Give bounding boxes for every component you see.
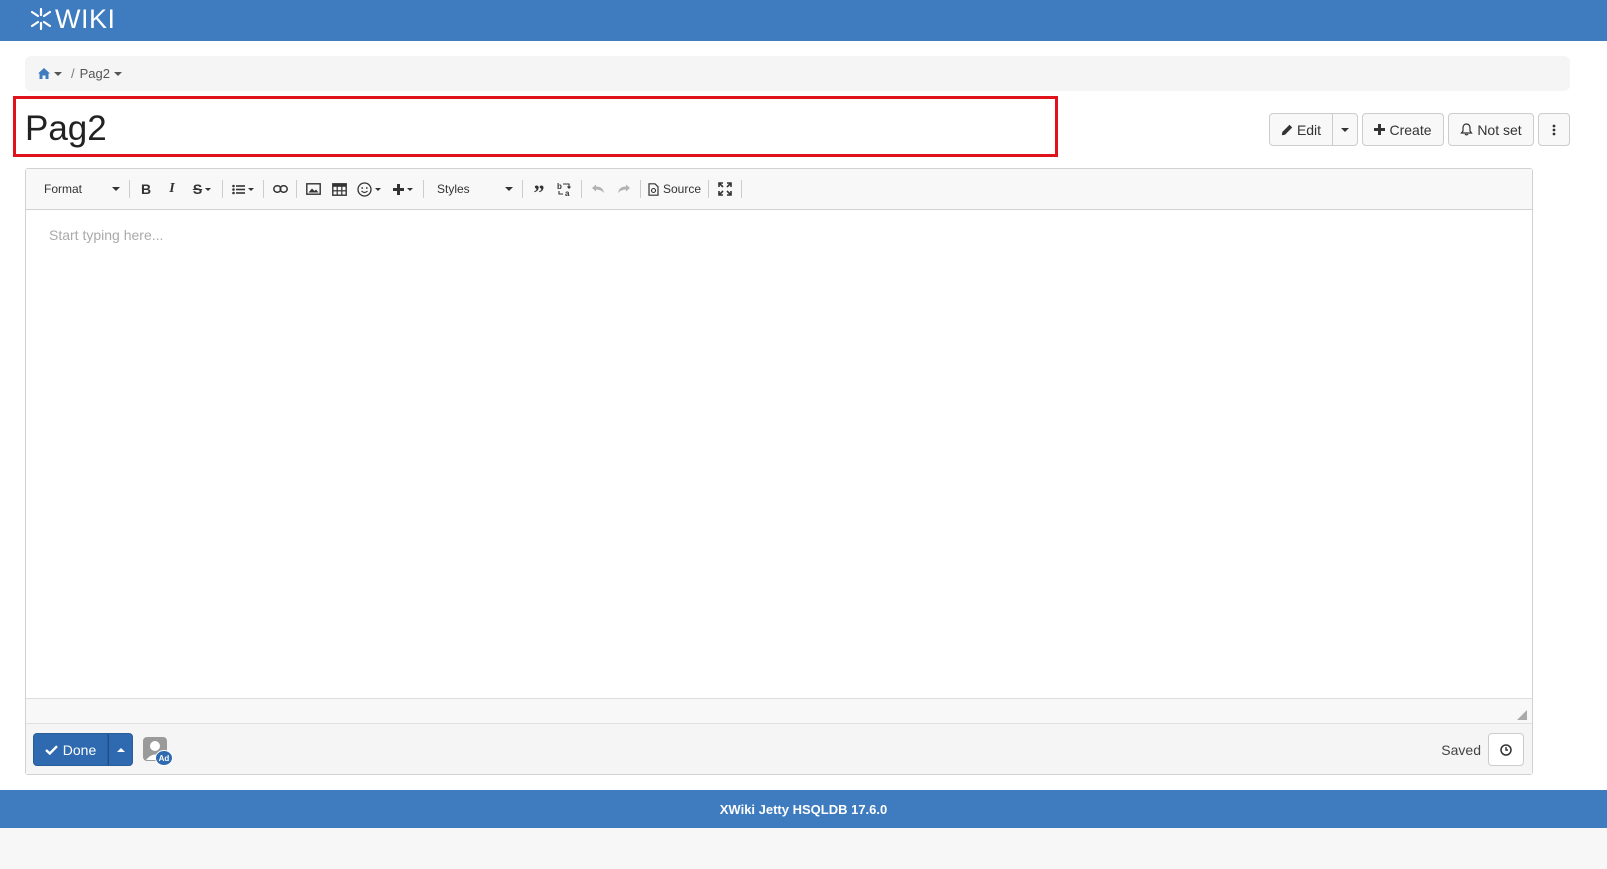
top-navbar: WIKI — [0, 0, 1607, 41]
more-vertical-icon — [1552, 124, 1556, 135]
quote-icon: ” — [533, 180, 545, 205]
toolbar-separator — [640, 180, 641, 198]
edit-button-group: Edit — [1269, 113, 1358, 146]
toolbar-separator — [522, 180, 523, 198]
italic-icon: I — [169, 181, 175, 196]
strikethrough-icon: S — [192, 181, 203, 197]
styles-dropdown[interactable]: Styles — [427, 177, 519, 201]
toolbar-separator — [741, 180, 743, 198]
chevron-down-icon[interactable] — [114, 71, 122, 76]
editor-toolbar: Format B I S Styles ” b a Source — [26, 169, 1532, 210]
plus-icon — [393, 183, 404, 195]
bold-icon: B — [140, 181, 152, 197]
chevron-up-icon — [116, 747, 125, 752]
toolbar-separator — [708, 180, 710, 198]
footer-version-text: XWiki Jetty HSQLDB 17.6.0 — [719, 801, 888, 817]
resize-grip-icon[interactable] — [1517, 710, 1527, 720]
toolbar-separator — [222, 180, 223, 198]
emoji-icon — [357, 181, 372, 197]
chevron-down-icon — [112, 187, 120, 191]
bold-button[interactable]: B — [133, 176, 159, 202]
toolbar-separator — [581, 180, 582, 198]
footer: XWiki Jetty HSQLDB 17.6.0 — [0, 790, 1607, 828]
edit-button[interactable]: Edit — [1269, 113, 1333, 146]
xwiki-asterisk-icon — [30, 7, 52, 31]
list-icon — [232, 184, 245, 194]
toolbar-separator — [423, 180, 424, 198]
chevron-down-icon — [505, 187, 513, 191]
done-dropdown-button[interactable] — [108, 733, 133, 766]
home-icon — [38, 68, 50, 79]
svg-text:a: a — [565, 189, 570, 197]
source-button[interactable]: Source — [644, 176, 705, 202]
done-button[interactable]: Done — [33, 733, 108, 766]
page-actions: Edit Create Not set — [1269, 113, 1570, 146]
emoji-button[interactable] — [352, 176, 386, 202]
source-icon — [648, 182, 659, 196]
image-button[interactable] — [300, 176, 326, 202]
insert-button[interactable] — [386, 176, 420, 202]
toolbar-separator — [296, 180, 297, 198]
breadcrumb-separator: / — [71, 66, 75, 81]
create-label: Create — [1389, 121, 1432, 138]
title-highlight-box — [13, 96, 1058, 157]
avatar-badge: Ad — [155, 750, 173, 766]
edit-dropdown-button[interactable] — [1333, 113, 1358, 146]
editor-content-area[interactable]: Start typing here... — [26, 210, 1532, 698]
done-label: Done — [62, 741, 97, 758]
xwiki-logo[interactable]: WIKI — [28, 4, 116, 34]
plus-icon — [1374, 124, 1386, 135]
italic-button[interactable]: I — [159, 176, 185, 202]
breadcrumb-home[interactable] — [38, 68, 62, 79]
table-button[interactable] — [326, 176, 352, 202]
link-icon — [272, 185, 288, 193]
link-button[interactable] — [267, 176, 293, 202]
editor-placeholder: Start typing here... — [49, 227, 164, 243]
image-icon — [305, 183, 321, 195]
format-dropdown[interactable]: Format — [34, 177, 126, 201]
blockquote-button[interactable]: ” — [526, 176, 552, 205]
pencil-icon — [1281, 124, 1293, 135]
breadcrumb: / Pag2 — [25, 56, 1570, 91]
maximize-icon — [718, 182, 732, 196]
undo-icon — [592, 184, 604, 193]
styles-label: Styles — [437, 182, 470, 196]
logo-text: WIKI — [55, 4, 116, 34]
save-status: Saved — [1441, 742, 1481, 758]
redo-icon — [618, 184, 630, 193]
bell-icon — [1460, 123, 1474, 136]
find-replace-button[interactable]: b a — [552, 176, 578, 202]
edit-label: Edit — [1296, 121, 1322, 138]
table-icon — [331, 182, 347, 196]
more-actions-button[interactable] — [1538, 113, 1570, 146]
undo-button[interactable] — [585, 176, 611, 202]
notifications-button[interactable]: Not set — [1448, 113, 1534, 146]
breadcrumb-current[interactable]: Pag2 — [80, 66, 110, 81]
wysiwyg-editor: Format B I S Styles ” b a Source Start t… — [25, 168, 1533, 775]
editor-resize-bar — [26, 698, 1532, 723]
toolbar-separator — [263, 180, 264, 198]
chevron-down-icon[interactable] — [54, 71, 62, 76]
history-button[interactable] — [1488, 733, 1524, 766]
page-bottom-area — [0, 828, 1607, 869]
find-replace-icon: b a — [557, 182, 571, 197]
svg-text:b: b — [557, 182, 562, 191]
edit-actions-bar: Done Ad Saved — [26, 723, 1532, 774]
check-icon — [44, 744, 58, 755]
format-label: Format — [44, 182, 83, 196]
strikethrough-button[interactable]: S — [185, 176, 219, 202]
source-label: Source — [663, 182, 702, 196]
toolbar-separator — [129, 180, 130, 198]
maximize-button[interactable] — [712, 176, 738, 202]
list-button[interactable] — [226, 176, 260, 202]
chevron-down-icon — [1341, 127, 1349, 132]
redo-button[interactable] — [611, 176, 637, 202]
notifications-label: Not set — [1477, 121, 1522, 138]
avatar[interactable]: Ad — [143, 737, 173, 766]
clock-icon — [1500, 743, 1512, 756]
create-button[interactable]: Create — [1362, 113, 1444, 146]
done-button-group: Done — [33, 733, 133, 766]
page-title[interactable]: Pag2 — [25, 107, 107, 151]
